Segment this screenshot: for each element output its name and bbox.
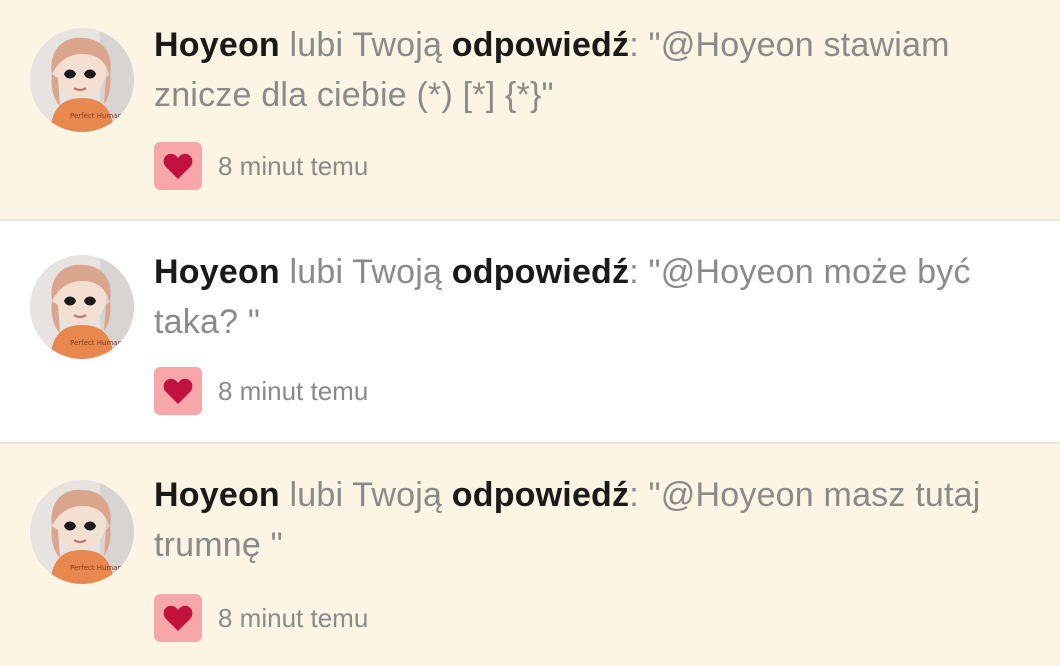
- notification-item[interactable]: Perfect Human Hoyeon lubi Twoją odpowied…: [0, 444, 1060, 666]
- avatar-shirt-text: Perfect Human: [70, 564, 122, 572]
- notification-object[interactable]: odpowiedź: [452, 476, 629, 514]
- notification-feed: Perfect Human Hoyeon lubi Twoją odpowied…: [0, 0, 1060, 666]
- heart-icon: [163, 605, 193, 631]
- like-badge: [154, 142, 202, 190]
- username[interactable]: Hoyeon: [154, 253, 280, 291]
- notification-verb: lubi Twoją: [289, 26, 443, 64]
- avatar[interactable]: Perfect Human: [30, 480, 134, 584]
- notification-verb: lubi Twoją: [289, 253, 443, 291]
- notification-meta: 8 minut temu: [154, 367, 368, 415]
- notification-item[interactable]: Perfect Human Hoyeon lubi Twoją odpowied…: [0, 219, 1060, 444]
- notification-text: Hoyeon lubi Twoją odpowiedź: "@Hoyeon ma…: [154, 476, 981, 564]
- heart-icon: [163, 153, 193, 179]
- notification-text: Hoyeon lubi Twoją odpowiedź: "@Hoyeon st…: [154, 26, 950, 114]
- avatar[interactable]: Perfect Human: [30, 28, 134, 132]
- like-badge: [154, 594, 202, 642]
- avatar-shirt-text: Perfect Human: [70, 112, 122, 120]
- timestamp: 8 minut temu: [218, 150, 369, 181]
- username[interactable]: Hoyeon: [154, 26, 280, 64]
- avatar-shirt-text: Perfect Human: [70, 339, 122, 347]
- notification-meta: 8 minut temu: [154, 594, 368, 642]
- notification-meta: 8 minut temu: [154, 142, 368, 190]
- heart-icon: [163, 378, 193, 404]
- like-badge: [154, 367, 202, 415]
- avatar-image: Perfect Human: [30, 28, 134, 132]
- avatar-image: Perfect Human: [30, 255, 134, 359]
- timestamp: 8 minut temu: [218, 375, 369, 406]
- notification-object[interactable]: odpowiedź: [452, 26, 629, 64]
- timestamp: 8 minut temu: [218, 602, 369, 633]
- notification-verb: lubi Twoją: [289, 476, 443, 514]
- notification-item[interactable]: Perfect Human Hoyeon lubi Twoją odpowied…: [0, 0, 1060, 219]
- notification-text: Hoyeon lubi Twoją odpowiedź: "@Hoyeon mo…: [154, 253, 971, 341]
- avatar[interactable]: Perfect Human: [30, 255, 134, 359]
- username[interactable]: Hoyeon: [154, 476, 280, 514]
- avatar-image: Perfect Human: [30, 480, 134, 584]
- notification-object[interactable]: odpowiedź: [452, 253, 629, 291]
